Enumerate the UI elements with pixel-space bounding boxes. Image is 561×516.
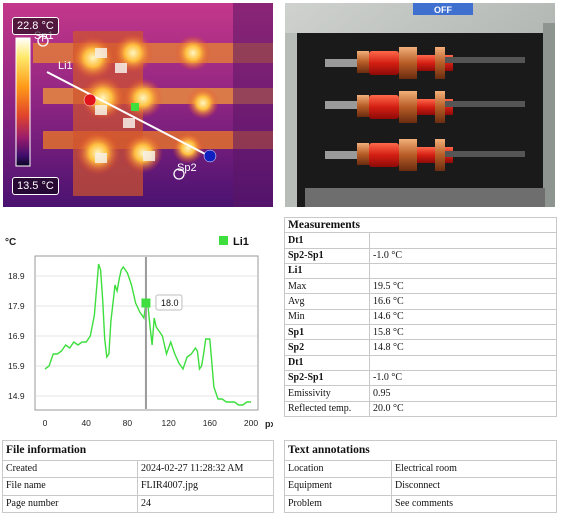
row-value: 20.0 °C xyxy=(369,400,557,417)
table-row: Location Electrical room xyxy=(284,459,557,478)
row-label: Emissivity xyxy=(284,385,370,402)
row-label: Max xyxy=(284,278,370,295)
visual-photo: OFF xyxy=(285,3,555,207)
row-value: 24 xyxy=(137,494,274,513)
row-label: Sp2 xyxy=(284,339,370,356)
row-label: Sp2-Sp1 xyxy=(284,369,370,387)
measurements-table: Measurements Dt1 Sp2-Sp1 -1.0 °C Li1 Max 1… xyxy=(284,216,557,417)
y-unit-label: °C xyxy=(5,237,16,248)
row-value: -1.0 °C xyxy=(369,247,557,264)
file-information-table: File information Created 2024-02-27 11:28… xyxy=(2,440,274,513)
row-value: 14.8 °C xyxy=(369,339,557,356)
row-label: Li1 xyxy=(284,262,370,280)
x-tick-label: 80 xyxy=(123,418,133,428)
x-tick-label: 160 xyxy=(203,418,217,428)
thermal-image: Li1 Sp1 Sp2 22.8 °C 13.5 °C xyxy=(3,3,273,207)
table-row: Created 2024-02-27 11:28:32 AM xyxy=(2,459,274,478)
x-tick-label: 120 xyxy=(162,418,176,428)
table-row: Sp2-Sp1 -1.0 °C xyxy=(284,247,557,264)
row-label: Dt1 xyxy=(284,354,370,371)
table-row: Dt1 xyxy=(284,232,557,249)
table-row: Max 19.5 °C xyxy=(284,278,557,295)
text-annotations-title: Text annotations xyxy=(284,440,557,461)
row-label: Equipment xyxy=(284,477,392,496)
row-value: 14.6 °C xyxy=(369,308,557,326)
scale-max-label: 22.8 °C xyxy=(12,17,59,35)
row-label: Page number xyxy=(2,494,138,513)
row-label: Problem xyxy=(284,494,392,513)
row-value: -1.0 °C xyxy=(369,369,557,387)
row-value: 16.6 °C xyxy=(369,293,557,310)
off-label: OFF xyxy=(434,5,452,15)
row-label: Location xyxy=(284,459,392,478)
row-label: Min xyxy=(284,308,370,326)
sp2-marker-label: Sp2 xyxy=(177,162,197,174)
row-value xyxy=(369,354,557,371)
row-value: Electrical room xyxy=(391,459,557,478)
row-label: Sp1 xyxy=(284,324,370,341)
row-value xyxy=(369,262,557,280)
row-value: 2024-02-27 11:28:32 AM xyxy=(137,459,274,478)
row-label: Created xyxy=(2,459,138,478)
table-row: Dt1 xyxy=(284,354,557,371)
row-label: Sp2-Sp1 xyxy=(284,247,370,264)
line-profile-chart: °C Li1 14.9 15.9 16.9 17.9 18.9 0 40 80 120 160 2… xyxy=(3,228,276,430)
table-row: Li1 xyxy=(284,262,557,280)
scale-min-label: 13.5 °C xyxy=(12,177,59,195)
cursor-marker[interactable] xyxy=(141,298,151,308)
table-row: Page number 24 xyxy=(2,494,274,513)
table-row: Min 14.6 °C xyxy=(284,308,557,326)
y-tick-label: 18.9 xyxy=(8,271,25,281)
x-tick-label: 0 xyxy=(43,418,48,428)
row-label: Avg xyxy=(284,293,370,310)
x-tick-label: 200 xyxy=(244,418,258,428)
row-value: 15.8 °C xyxy=(369,324,557,341)
table-row: Sp2-Sp1 -1.0 °C xyxy=(284,369,557,387)
measurements-title: Measurements xyxy=(284,216,557,234)
y-tick-label: 15.9 xyxy=(8,361,25,371)
row-label: File name xyxy=(2,477,138,496)
text-annotations-table: Text annotations Location Electrical room… xyxy=(284,440,557,513)
table-row: Sp2 14.8 °C xyxy=(284,339,557,356)
row-value: 19.5 °C xyxy=(369,278,557,295)
row-value: 0.95 xyxy=(369,385,557,402)
table-row: Sp1 15.8 °C xyxy=(284,324,557,341)
x-tick-label: 40 xyxy=(81,418,91,428)
x-unit-label: px xyxy=(265,419,273,429)
table-row: Equipment Disconnect xyxy=(284,477,557,496)
legend-label: Li1 xyxy=(233,236,249,248)
y-tick-label: 16.9 xyxy=(8,331,25,341)
row-value xyxy=(369,232,557,249)
y-tick-label: 14.9 xyxy=(8,391,25,401)
legend-swatch xyxy=(219,236,228,245)
table-row: Emissivity 0.95 xyxy=(284,385,557,402)
table-row: Avg 16.6 °C xyxy=(284,293,557,310)
cursor-value-text: 18.0 xyxy=(161,298,179,308)
cursor-value-tag: 18.0 xyxy=(155,294,183,311)
row-value: See comments xyxy=(391,494,557,513)
row-label: Dt1 xyxy=(284,232,370,249)
row-value: Disconnect xyxy=(391,477,557,496)
row-value: FLIR4007.jpg xyxy=(137,477,274,496)
file-information-title: File information xyxy=(2,440,274,461)
table-row: Reflected temp. 20.0 °C xyxy=(284,400,557,417)
table-row: File name FLIR4007.jpg xyxy=(2,477,274,496)
li1-marker-label: Li1 xyxy=(58,60,73,72)
table-row: Problem See comments xyxy=(284,494,557,513)
row-label: Reflected temp. xyxy=(284,400,370,417)
y-tick-label: 17.9 xyxy=(8,301,25,311)
